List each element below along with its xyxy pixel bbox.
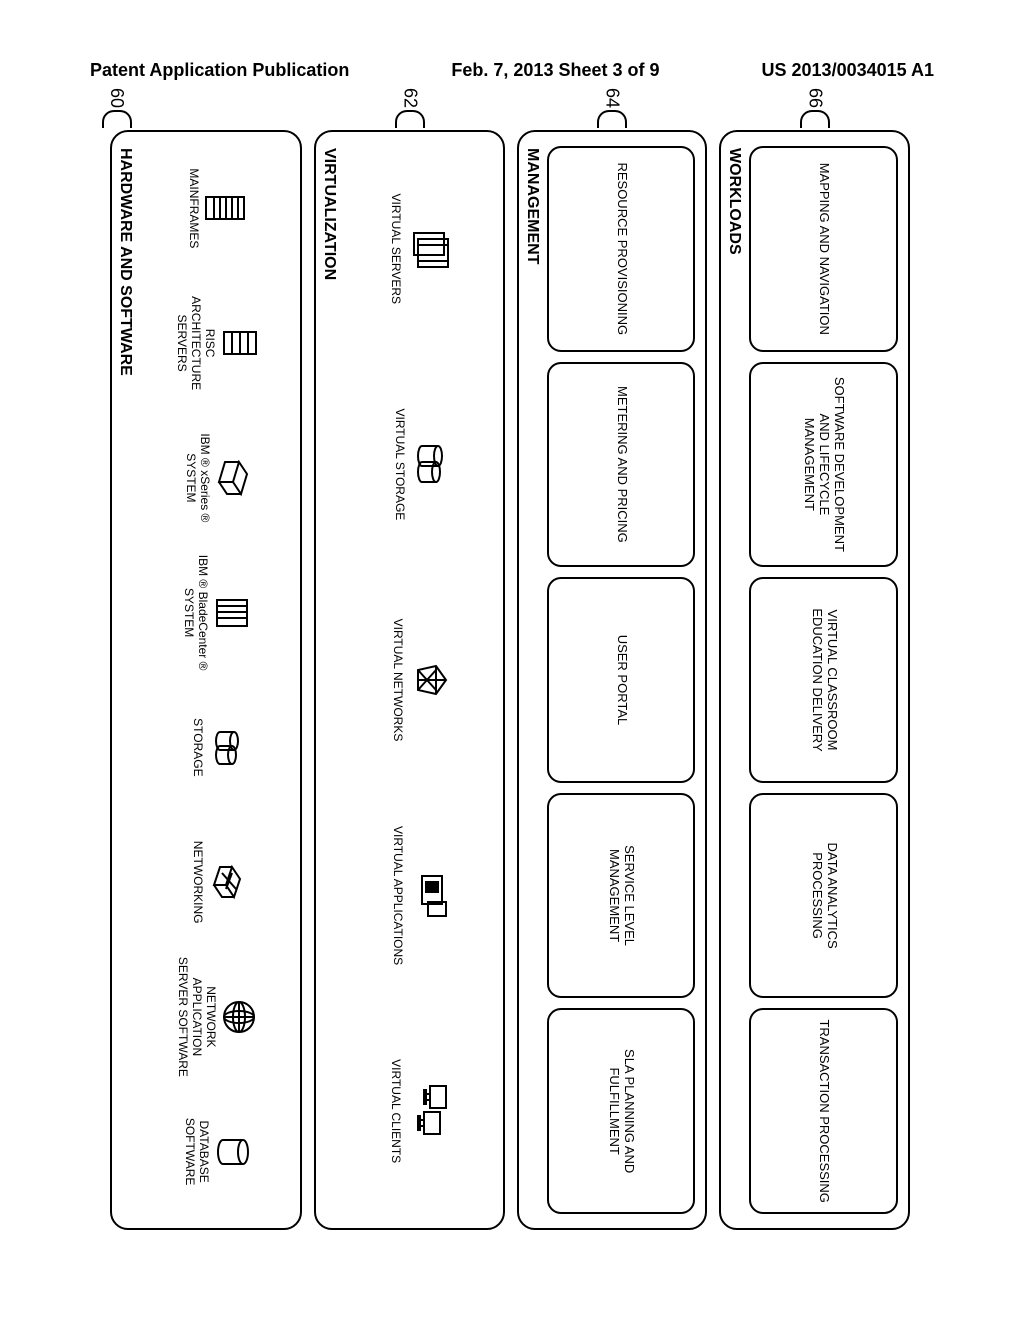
header-right: US 2013/0034015 A1 bbox=[762, 60, 934, 81]
workload-sdlc: SOFTWARE DEVELOPMENT AND LIFECYCLE MANAG… bbox=[750, 362, 899, 568]
layer-title-virtualization: VIRTUALIZATION bbox=[321, 148, 339, 280]
layer-hardware-software: 60 MAINFRAMES RISC ARCHITECTURE SERVERS … bbox=[110, 130, 303, 1230]
hw-networking: NETWORKING bbox=[142, 820, 291, 945]
ref-64: 64 bbox=[602, 88, 623, 108]
virtual-storage-icon bbox=[410, 442, 446, 486]
virtual-applications-icon bbox=[408, 872, 448, 920]
virtual-networks-icon bbox=[408, 660, 448, 700]
hw-mainframes-label: MAINFRAMES bbox=[186, 168, 200, 248]
virt-networks: VIRTUAL NETWORKS bbox=[345, 577, 494, 783]
hw-bladecenter: IBM ® BladeCenter ® SYSTEM bbox=[142, 550, 291, 675]
hw-database-software: DATABASE SOFTWARE bbox=[142, 1089, 291, 1214]
mgmt-user-portal: USER PORTAL bbox=[547, 577, 696, 783]
virt-clients: VIRTUAL CLIENTS bbox=[345, 1008, 494, 1214]
hw-risc-label: RISC ARCHITECTURE SERVERS bbox=[175, 281, 216, 406]
database-icon bbox=[214, 1136, 250, 1168]
hw-nas-label: NETWORK APPLICATION SERVER SOFTWARE bbox=[176, 955, 217, 1080]
mgmt-service-level: SERVICE LEVEL MANAGEMENT bbox=[547, 793, 696, 999]
layer-title-workloads: WORKLOADS bbox=[726, 148, 744, 255]
header-center: Feb. 7, 2013 Sheet 3 of 9 bbox=[451, 60, 659, 81]
hw-storage-label: STORAGE bbox=[190, 718, 204, 776]
page-header: Patent Application Publication Feb. 7, 2… bbox=[0, 60, 1024, 81]
ref-66: 66 bbox=[804, 88, 825, 108]
ref-60: 60 bbox=[106, 88, 127, 108]
hw-storage: STORAGE bbox=[142, 685, 291, 810]
storage-icon bbox=[208, 727, 242, 767]
workload-classroom: VIRTUAL CLASSROOM EDUCATION DELIVERY bbox=[750, 577, 899, 783]
networking-icon bbox=[208, 863, 242, 901]
hw-xseries-label: IBM ® xSeries ® SYSTEM bbox=[183, 416, 211, 541]
header-left: Patent Application Publication bbox=[90, 60, 349, 81]
workload-transaction: TRANSACTION PROCESSING bbox=[750, 1008, 899, 1214]
virt-storage: VIRTUAL STORAGE bbox=[345, 362, 494, 568]
hw-db-label: DATABASE SOFTWARE bbox=[182, 1089, 210, 1214]
virt-storage-label: VIRTUAL STORAGE bbox=[392, 408, 406, 520]
mainframe-icon bbox=[204, 193, 246, 223]
virt-networks-label: VIRTUAL NETWORKS bbox=[390, 619, 404, 742]
mgmt-sla-planning: SLA PLANNING AND FULFILLMENT bbox=[547, 1008, 696, 1214]
layers-stack: 66 MAPPING AND NAVIGATION SOFTWARE DEVEL… bbox=[110, 130, 910, 1230]
figure-diagram: 66 MAPPING AND NAVIGATION SOFTWARE DEVEL… bbox=[0, 280, 1024, 1080]
workload-mapping: MAPPING AND NAVIGATION bbox=[750, 146, 899, 352]
virt-applications-label: VIRTUAL APPLICATIONS bbox=[390, 826, 404, 965]
xseries-icon bbox=[215, 458, 249, 498]
layer-title-management: MANAGEMENT bbox=[523, 148, 541, 264]
hw-networking-label: NETWORKING bbox=[190, 841, 204, 924]
risc-server-icon bbox=[220, 328, 258, 358]
ref-62: 62 bbox=[399, 88, 420, 108]
virt-servers-label: VIRTUAL SERVERS bbox=[388, 194, 402, 304]
mgmt-metering-pricing: METERING AND PRICING bbox=[547, 362, 696, 568]
hw-mainframes: MAINFRAMES bbox=[142, 146, 291, 271]
layer-title-hardware: HARDWARE AND SOFTWARE bbox=[116, 148, 134, 376]
workload-analytics: DATA ANALYTICS PROCESSING bbox=[750, 793, 899, 999]
mgmt-resource-provisioning: RESOURCE PROVISIONING bbox=[547, 146, 696, 352]
virt-applications: VIRTUAL APPLICATIONS bbox=[345, 793, 494, 999]
hw-xseries: IBM ® xSeries ® SYSTEM bbox=[142, 416, 291, 541]
layer-virtualization: 62 VIRTUAL SERVERS VIRTUAL STORAGE bbox=[315, 130, 506, 1230]
virt-servers: VIRTUAL SERVERS bbox=[345, 146, 494, 352]
virtual-servers-icon bbox=[406, 229, 450, 269]
layer-management: 64 RESOURCE PROVISIONING METERING AND PR… bbox=[517, 130, 708, 1230]
hw-bladecenter-label: IBM ® BladeCenter ® SYSTEM bbox=[181, 550, 209, 675]
layer-workloads: 66 MAPPING AND NAVIGATION SOFTWARE DEVEL… bbox=[720, 130, 911, 1230]
hw-nas-software: NETWORK APPLICATION SERVER SOFTWARE bbox=[142, 955, 291, 1080]
hw-risc: RISC ARCHITECTURE SERVERS bbox=[142, 281, 291, 406]
globe-icon bbox=[221, 999, 257, 1035]
virtual-clients-icon bbox=[406, 1084, 450, 1138]
virt-clients-label: VIRTUAL CLIENTS bbox=[388, 1059, 402, 1163]
bladecenter-icon bbox=[213, 596, 251, 630]
